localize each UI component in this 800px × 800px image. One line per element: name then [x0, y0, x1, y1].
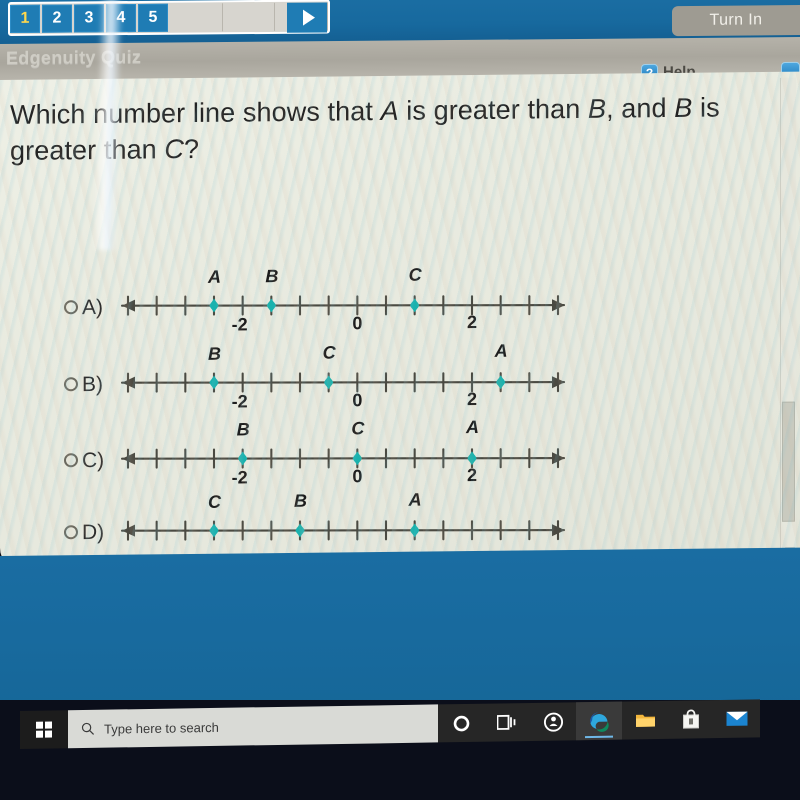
question-var-a-1: A	[380, 95, 399, 127]
point-label-d-c: C	[208, 491, 221, 512]
mail-icon[interactable]	[714, 699, 760, 738]
question-var-b-1: B	[588, 93, 607, 124]
question-number-5[interactable]: 5	[138, 3, 168, 32]
question-text: Which number line shows that A is greate…	[10, 90, 780, 169]
axis-tick-label-b-2: 2	[467, 389, 478, 410]
point-label-a-c: C	[408, 264, 422, 285]
question-number-3[interactable]: 3	[74, 4, 104, 33]
taskbar-search-placeholder: Type here to search	[104, 719, 219, 737]
question-text-seg5: greater than	[10, 133, 165, 166]
radio-button-a[interactable]	[64, 300, 78, 315]
axis-tick-label-a-neg2: -2	[231, 314, 248, 335]
search-icon	[81, 722, 95, 735]
windows-logo-icon	[36, 721, 52, 738]
edge-browser-icon[interactable]	[576, 701, 622, 741]
option-letter-d: D)	[82, 520, 105, 545]
scrollbar-thumb[interactable]	[782, 401, 795, 522]
question-var-b-2: B	[674, 92, 693, 123]
point-label-c-b: B	[236, 419, 250, 440]
axis-tick-label-a-2: 2	[467, 312, 478, 333]
question-text-seg6: ?	[184, 133, 200, 164]
question-content-pane: Which number line shows that A is greate…	[0, 71, 800, 570]
taskbar-icon-tray	[438, 699, 760, 743]
question-number-list: 1 2 3 4 5	[10, 3, 170, 34]
answer-option-c[interactable]: C) B C A -2 0 2	[0, 417, 620, 506]
radio-button-d[interactable]	[64, 525, 78, 540]
app-title: Edgenuity Quiz	[6, 46, 142, 68]
question-number-4[interactable]: 4	[106, 3, 136, 33]
question-text-seg2: is greater than	[398, 93, 588, 126]
option-letter-b: B)	[82, 372, 103, 397]
turn-in-button[interactable]: Turn In	[672, 5, 800, 37]
radio-button-b[interactable]	[64, 377, 78, 392]
desktop-background	[0, 547, 800, 716]
number-line-c: B C A -2 0 2	[118, 417, 578, 497]
play-triangle-icon	[302, 9, 315, 26]
cortana-icon[interactable]	[438, 704, 484, 743]
start-button[interactable]	[20, 710, 68, 749]
point-label-c-c: C	[351, 418, 365, 439]
microsoft-store-icon[interactable]	[668, 700, 714, 739]
axis-tick-label-c-0: 0	[352, 466, 363, 487]
question-navigation-bar[interactable]: 1 2 3 4 5	[8, 0, 330, 36]
axis-tick-label-c-2: 2	[467, 465, 478, 486]
axis-tick-label-b-0: 0	[352, 390, 363, 411]
point-label-a-a: A	[208, 266, 221, 287]
point-label-d-a: A	[408, 489, 422, 510]
next-question-button[interactable]	[287, 2, 327, 33]
axis-tick-label-b-neg2: -2	[231, 391, 248, 412]
option-letter-a: A)	[82, 295, 103, 320]
answer-option-a[interactable]: A) A B C -2 0 2	[0, 265, 620, 353]
answer-option-b[interactable]: B) B C A -2 0 2	[0, 341, 620, 430]
question-text-seg1: Which number line shows that	[10, 96, 381, 130]
question-number-1[interactable]: 1	[10, 4, 40, 33]
task-view-icon[interactable]	[484, 703, 530, 742]
point-label-c-a: A	[466, 416, 479, 438]
number-line-b: B C A -2 0 2	[118, 341, 578, 421]
question-var-c-1: C	[164, 133, 185, 164]
app-circle-icon[interactable]	[530, 702, 576, 741]
axis-tick-label-c-neg2: -2	[231, 467, 248, 488]
file-explorer-icon[interactable]	[622, 701, 668, 740]
photographed-screen: 1 2 3 4 5 Turn In Edgenuity Quiz ? Help …	[0, 0, 800, 800]
question-text-seg4: is	[692, 92, 720, 123]
number-line-a: A B C -2 0 2	[118, 265, 578, 344]
question-slot-empty-1	[170, 3, 223, 32]
taskbar-search-box[interactable]: Type here to search	[68, 704, 438, 749]
point-label-b-b: B	[208, 343, 221, 364]
point-label-a-b: B	[265, 266, 279, 287]
point-label-d-b: B	[294, 490, 307, 511]
axis-tick-label-a-0: 0	[352, 313, 363, 334]
option-letter-c: C)	[82, 448, 105, 473]
radio-button-c[interactable]	[64, 453, 78, 468]
question-slot-empty-2	[222, 2, 276, 32]
point-label-b-a: A	[494, 340, 508, 361]
question-number-2[interactable]: 2	[42, 4, 72, 33]
point-label-b-c: C	[322, 342, 336, 363]
question-text-seg3: , and	[606, 92, 675, 124]
